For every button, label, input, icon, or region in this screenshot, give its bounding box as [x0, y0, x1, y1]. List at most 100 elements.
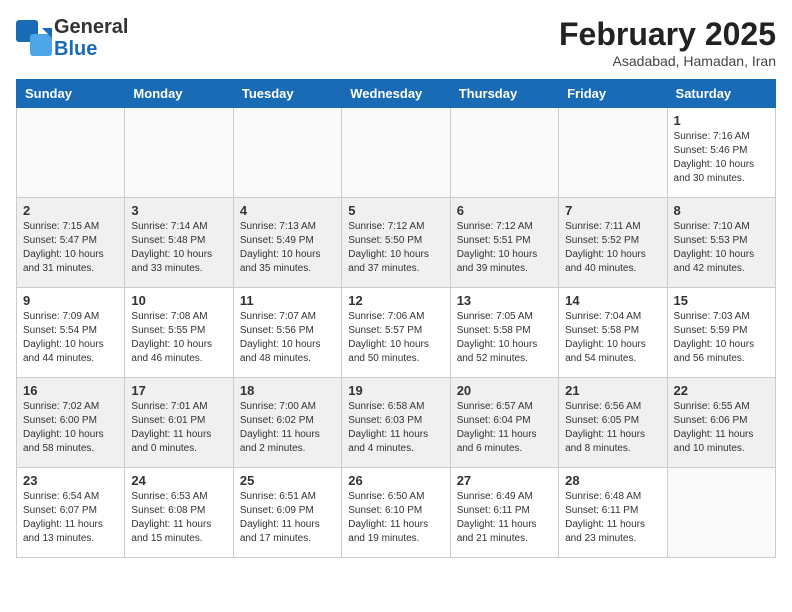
calendar-cell: 19 Sunrise: 6:58 AMSunset: 6:03 PMDayligh… — [342, 378, 450, 468]
day-info: Sunrise: 7:10 AMSunset: 5:53 PMDaylight:… — [674, 220, 769, 276]
weekday-header: Sunday — [17, 80, 125, 108]
logo-blue: Blue — [54, 38, 97, 60]
calendar-week-row: 16 Sunrise: 7:02 AMSunset: 6:00 PMDayligh… — [17, 378, 776, 468]
weekday-header: Monday — [125, 80, 233, 108]
calendar-cell: 25 Sunrise: 6:51 AMSunset: 6:09 PMDayligh… — [233, 468, 341, 558]
calendar-week-row: 1 Sunrise: 7:16 AMSunset: 5:46 PMDaylight… — [17, 108, 776, 198]
day-number: 24 — [131, 473, 226, 488]
calendar-cell: 9 Sunrise: 7:09 AMSunset: 5:54 PMDaylight… — [17, 288, 125, 378]
day-info: Sunrise: 7:13 AMSunset: 5:49 PMDaylight:… — [240, 220, 335, 276]
day-number: 13 — [457, 293, 552, 308]
day-info: Sunrise: 7:08 AMSunset: 5:55 PMDaylight:… — [131, 310, 226, 366]
calendar-cell: 10 Sunrise: 7:08 AMSunset: 5:55 PMDayligh… — [125, 288, 233, 378]
day-info: Sunrise: 7:12 AMSunset: 5:51 PMDaylight:… — [457, 220, 552, 276]
calendar-cell — [559, 108, 667, 198]
day-info: Sunrise: 6:50 AMSunset: 6:10 PMDaylight:… — [348, 490, 443, 546]
day-info: Sunrise: 6:58 AMSunset: 6:03 PMDaylight:… — [348, 400, 443, 456]
day-number: 16 — [23, 383, 118, 398]
day-info: Sunrise: 6:57 AMSunset: 6:04 PMDaylight:… — [457, 400, 552, 456]
day-number: 8 — [674, 203, 769, 218]
day-number: 6 — [457, 203, 552, 218]
calendar-cell: 2Sunrise: 7:15 AMSunset: 5:47 PMDaylight… — [17, 198, 125, 288]
title-block: February 2025 Asadabad, Hamadan, Iran — [559, 16, 776, 69]
calendar-cell: 11Sunrise: 7:07 AMSunset: 5:56 PMDayligh… — [233, 288, 341, 378]
calendar-cell: 22Sunrise: 6:55 AMSunset: 6:06 PMDayligh… — [667, 378, 775, 468]
calendar-cell: 24 Sunrise: 6:53 AMSunset: 6:08 PMDayligh… — [125, 468, 233, 558]
day-info: Sunrise: 6:49 AMSunset: 6:11 PMDaylight:… — [457, 490, 552, 546]
day-number: 10 — [131, 293, 226, 308]
day-info: Sunrise: 7:00 AMSunset: 6:02 PMDaylight:… — [240, 400, 335, 456]
day-info: Sunrise: 6:55 AMSunset: 6:06 PMDaylight:… — [674, 400, 769, 456]
calendar-cell: 13 Sunrise: 7:05 AMSunset: 5:58 PMDayligh… — [450, 288, 558, 378]
day-info: Sunrise: 7:15 AMSunset: 5:47 PMDaylight:… — [23, 220, 118, 276]
day-info: Sunrise: 6:54 AMSunset: 6:07 PMDaylight:… — [23, 490, 118, 546]
calendar-cell: 6 Sunrise: 7:12 AMSunset: 5:51 PMDaylight… — [450, 198, 558, 288]
logo-icon — [16, 20, 52, 56]
calendar-cell: 18 Sunrise: 7:00 AMSunset: 6:02 PMDayligh… — [233, 378, 341, 468]
calendar-week-row: 2Sunrise: 7:15 AMSunset: 5:47 PMDaylight… — [17, 198, 776, 288]
day-info: Sunrise: 6:51 AMSunset: 6:09 PMDaylight:… — [240, 490, 335, 546]
day-number: 4 — [240, 203, 335, 218]
day-number: 20 — [457, 383, 552, 398]
day-number: 3 — [131, 203, 226, 218]
calendar-cell: 27 Sunrise: 6:49 AMSunset: 6:11 PMDayligh… — [450, 468, 558, 558]
calendar-cell — [17, 108, 125, 198]
calendar-cell — [342, 108, 450, 198]
day-number: 5 — [348, 203, 443, 218]
calendar-cell: 5 Sunrise: 7:12 AMSunset: 5:50 PMDaylight… — [342, 198, 450, 288]
day-number: 9 — [23, 293, 118, 308]
calendar-cell: 7 Sunrise: 7:11 AMSunset: 5:52 PMDaylight… — [559, 198, 667, 288]
day-info: Sunrise: 7:07 AMSunset: 5:56 PMDaylight:… — [240, 310, 335, 366]
day-number: 15 — [674, 293, 769, 308]
day-number: 17 — [131, 383, 226, 398]
day-info: Sunrise: 7:12 AMSunset: 5:50 PMDaylight:… — [348, 220, 443, 276]
weekday-header: Saturday — [667, 80, 775, 108]
day-number: 14 — [565, 293, 660, 308]
logo-general: General — [54, 16, 128, 38]
calendar-cell: 16 Sunrise: 7:02 AMSunset: 6:00 PMDayligh… — [17, 378, 125, 468]
day-number: 27 — [457, 473, 552, 488]
calendar-cell: 28 Sunrise: 6:48 AMSunset: 6:11 PMDayligh… — [559, 468, 667, 558]
day-info: Sunrise: 7:01 AMSunset: 6:01 PMDaylight:… — [131, 400, 226, 456]
calendar-header-row: SundayMondayTuesdayWednesdayThursdayFrid… — [17, 80, 776, 108]
calendar-cell — [125, 108, 233, 198]
weekday-header: Thursday — [450, 80, 558, 108]
day-number: 12 — [348, 293, 443, 308]
day-info: Sunrise: 7:02 AMSunset: 6:00 PMDaylight:… — [23, 400, 118, 456]
day-info: Sunrise: 7:14 AMSunset: 5:48 PMDaylight:… — [131, 220, 226, 276]
weekday-header: Friday — [559, 80, 667, 108]
day-info: Sunrise: 7:05 AMSunset: 5:58 PMDaylight:… — [457, 310, 552, 366]
calendar-cell: 23 Sunrise: 6:54 AMSunset: 6:07 PMDayligh… — [17, 468, 125, 558]
day-number: 1 — [674, 113, 769, 128]
day-info: Sunrise: 7:03 AMSunset: 5:59 PMDaylight:… — [674, 310, 769, 366]
day-info: Sunrise: 7:16 AMSunset: 5:46 PMDaylight:… — [674, 130, 769, 186]
calendar-table: SundayMondayTuesdayWednesdayThursdayFrid… — [16, 79, 776, 558]
page-header: General Blue February 2025 Asadabad, Ham… — [16, 16, 776, 69]
calendar-cell — [233, 108, 341, 198]
day-info: Sunrise: 6:56 AMSunset: 6:05 PMDaylight:… — [565, 400, 660, 456]
calendar-cell: 17 Sunrise: 7:01 AMSunset: 6:01 PMDayligh… — [125, 378, 233, 468]
calendar-cell: 15 Sunrise: 7:03 AMSunset: 5:59 PMDayligh… — [667, 288, 775, 378]
day-info: Sunrise: 6:48 AMSunset: 6:11 PMDaylight:… — [565, 490, 660, 546]
day-info: Sunrise: 6:53 AMSunset: 6:08 PMDaylight:… — [131, 490, 226, 546]
day-number: 25 — [240, 473, 335, 488]
location-subtitle: Asadabad, Hamadan, Iran — [559, 53, 776, 69]
day-number: 7 — [565, 203, 660, 218]
day-number: 18 — [240, 383, 335, 398]
day-number: 23 — [23, 473, 118, 488]
calendar-cell: 20 Sunrise: 6:57 AMSunset: 6:04 PMDayligh… — [450, 378, 558, 468]
weekday-header: Tuesday — [233, 80, 341, 108]
day-number: 28 — [565, 473, 660, 488]
logo: General Blue — [16, 16, 128, 60]
day-info: Sunrise: 7:11 AMSunset: 5:52 PMDaylight:… — [565, 220, 660, 276]
day-info: Sunrise: 7:09 AMSunset: 5:54 PMDaylight:… — [23, 310, 118, 366]
day-number: 19 — [348, 383, 443, 398]
day-number: 21 — [565, 383, 660, 398]
calendar-cell: 21 Sunrise: 6:56 AMSunset: 6:05 PMDayligh… — [559, 378, 667, 468]
calendar-cell: 1 Sunrise: 7:16 AMSunset: 5:46 PMDaylight… — [667, 108, 775, 198]
calendar-cell: 26Sunrise: 6:50 AMSunset: 6:10 PMDayligh… — [342, 468, 450, 558]
day-info: Sunrise: 7:06 AMSunset: 5:57 PMDaylight:… — [348, 310, 443, 366]
calendar-cell: 4 Sunrise: 7:13 AMSunset: 5:49 PMDaylight… — [233, 198, 341, 288]
calendar-cell — [667, 468, 775, 558]
calendar-cell: 14Sunrise: 7:04 AMSunset: 5:58 PMDayligh… — [559, 288, 667, 378]
